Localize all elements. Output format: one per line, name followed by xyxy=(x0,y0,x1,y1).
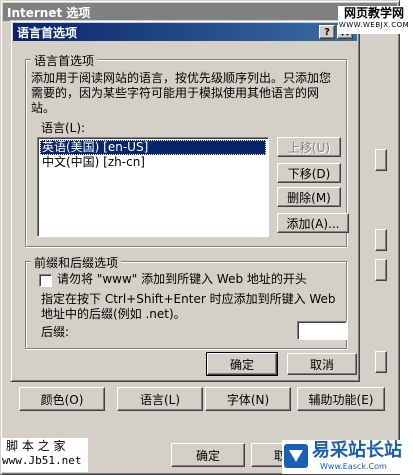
language-zh-cn: 中文(中国) [zh-cn] xyxy=(42,155,145,169)
prefix-suffix-legend: 前缀和后缀选项 xyxy=(31,254,122,271)
ok-button[interactable]: 确定 xyxy=(206,352,278,376)
hidden-button-edge-2[interactable] xyxy=(375,229,387,251)
remove-button[interactable]: 删除(M) xyxy=(277,187,341,207)
fonts-button-label: 字体(N) xyxy=(226,392,270,407)
watermark-bottom-left-url: www.Jb51.net xyxy=(2,454,82,467)
accessibility-button-label: 辅助功能(E) xyxy=(308,392,374,407)
language-list-item-0[interactable]: 英语(美国) [en-US] xyxy=(40,140,266,155)
language-listbox[interactable]: 英语(美国) [en-US] 中文(中国) [zh-cn] xyxy=(37,137,269,237)
watermark-bottom-left-text: 脚 本 之 家 xyxy=(6,439,66,453)
hidden-button-edge-1[interactable] xyxy=(375,149,387,171)
move-up-label: 上移(U) xyxy=(287,140,331,155)
hidden-button-edge-3[interactable] xyxy=(375,259,387,281)
back-ok-label: 确定 xyxy=(195,448,220,463)
watermark-bottom-right: 易采站长站 Www.Easck.Com xyxy=(282,440,410,474)
fonts-button[interactable]: 字体(N) xyxy=(205,387,291,411)
help-icon[interactable]: ? xyxy=(319,25,335,39)
suffix-note: 指定在按下 Ctrl+Shift+Enter 时应添加到所键入 Web 地址中的… xyxy=(41,292,336,321)
watermark-bottom-left: 脚 本 之 家 www.Jb51.net xyxy=(2,438,88,472)
watermark-bottom-right-url: Www.Easck.Com xyxy=(320,462,387,471)
move-down-button[interactable]: 下移(D) xyxy=(277,163,341,183)
language-en-us: 英语(美国) [en-US] xyxy=(42,140,149,154)
internet-options-title: Internet 选项 xyxy=(7,5,91,20)
add-button[interactable]: 添加(A)... xyxy=(277,213,349,233)
cancel-button[interactable]: 取消 xyxy=(287,353,357,375)
languages-button[interactable]: 语言(L) xyxy=(117,387,203,411)
help-glyph: ? xyxy=(324,26,330,38)
language-preference-dialog: 语言首选项 ? × 语言首选项 添加用于阅读网站的语言，按优先级顺序列出。只添加… xyxy=(10,20,360,382)
www-checkbox[interactable] xyxy=(39,274,52,287)
suffix-input[interactable] xyxy=(297,321,347,340)
move-down-label: 下移(D) xyxy=(287,166,331,181)
hidden-button-edge-4[interactable] xyxy=(375,351,387,373)
language-description: 添加用于阅读网站的语言，按优先级顺序列出。只添加您需要的，因为某些字符可能用于模… xyxy=(31,71,332,115)
languages-button-label: 语言(L) xyxy=(139,392,181,407)
add-label: 添加(A)... xyxy=(286,216,340,231)
cancel-label: 取消 xyxy=(309,357,334,372)
language-list-label: 语言(L): xyxy=(41,121,86,135)
watermark-top-right: 网页教学网 WWW.WEBJX.COM xyxy=(338,6,410,34)
colors-button[interactable]: 颜色(O) xyxy=(19,387,105,411)
watermark-bottom-right-text: 易采站长站 xyxy=(312,440,402,461)
www-checkbox-label[interactable]: 请勿将 "www" 添加到所键入 Web 地址的开头 xyxy=(57,272,341,287)
watermark-logo-icon xyxy=(284,444,308,468)
language-list-item-1[interactable]: 中文(中国) [zh-cn] xyxy=(40,155,266,170)
back-ok-button[interactable]: 确定 xyxy=(171,443,245,467)
remove-label: 删除(M) xyxy=(287,190,331,205)
suffix-label: 后缀: xyxy=(41,325,70,339)
language-group-legend: 语言首选项 xyxy=(31,52,98,69)
ok-label: 确定 xyxy=(229,357,254,372)
language-dialog-titlebar: 语言首选项 xyxy=(13,23,357,41)
watermark-top-right-url: WWW.WEBJX.COM xyxy=(338,21,410,29)
colors-button-label: 颜色(O) xyxy=(40,392,84,407)
accessibility-button[interactable]: 辅助功能(E) xyxy=(297,387,385,411)
watermark-top-right-text: 网页教学网 xyxy=(343,6,404,20)
language-dialog-title: 语言首选项 xyxy=(17,25,78,40)
move-up-button[interactable]: 上移(U) xyxy=(277,137,341,157)
